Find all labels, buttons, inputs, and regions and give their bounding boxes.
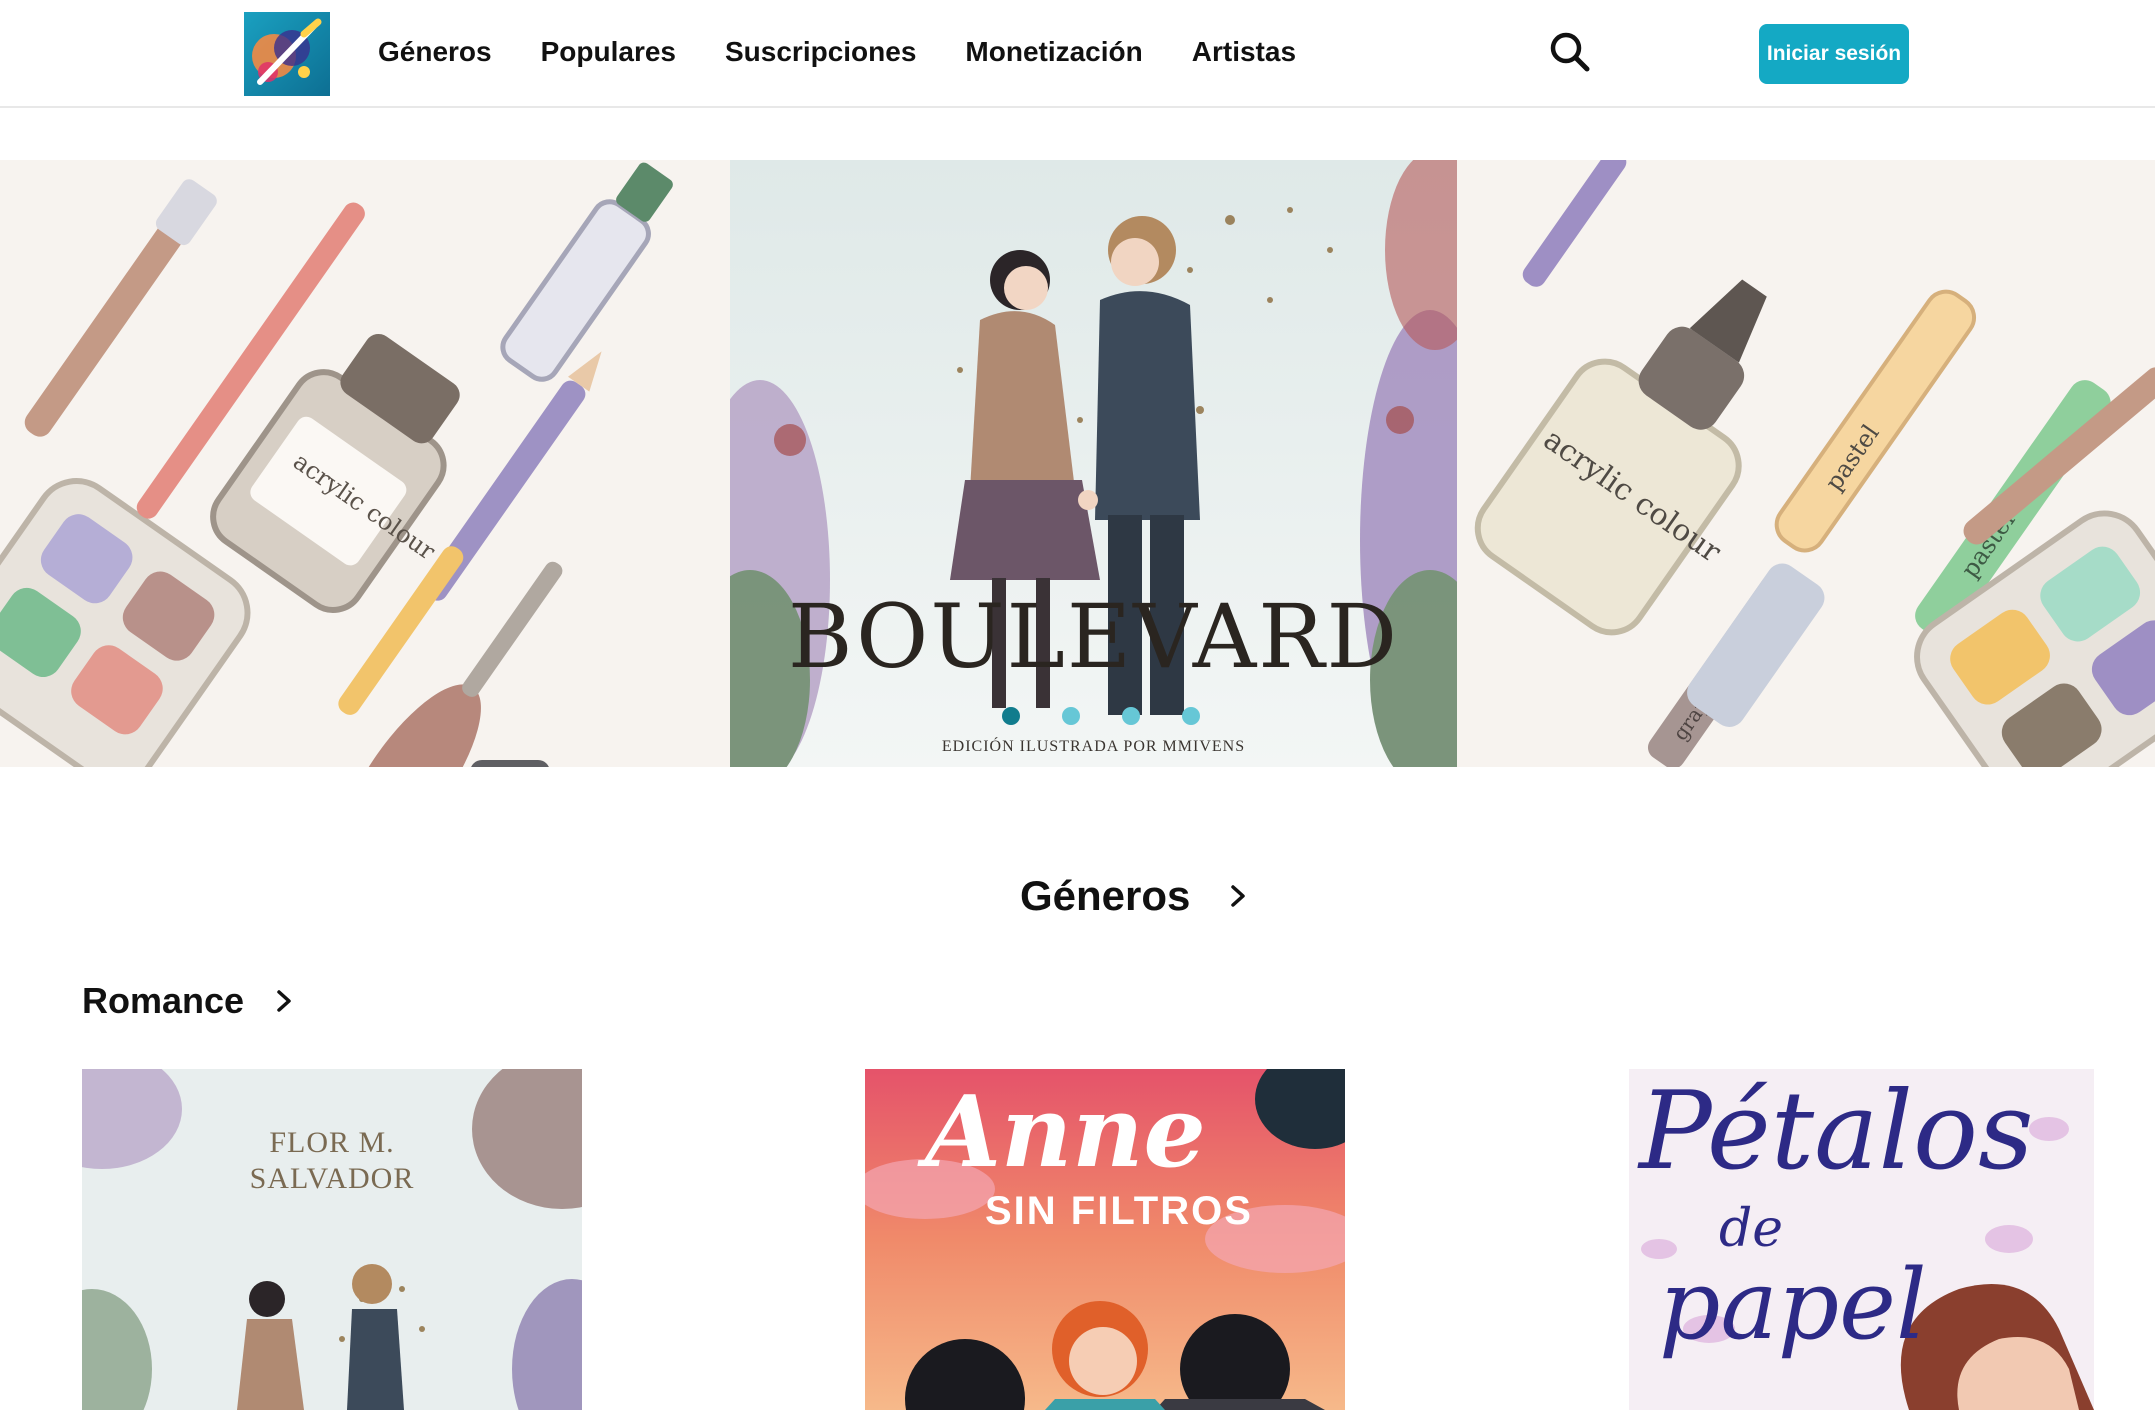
- carousel-dot-2[interactable]: [1062, 707, 1080, 725]
- book-1-author-line1: FLOR M.: [269, 1126, 395, 1159]
- book-card-anne-sin-filtros[interactable]: Anne SIN FILTROS: [865, 1069, 1345, 1410]
- chevron-right-icon: [277, 990, 291, 1012]
- carousel-dot-4[interactable]: [1182, 707, 1200, 725]
- site-logo[interactable]: [244, 12, 330, 96]
- romance-title: Romance: [82, 980, 245, 1021]
- book-card-boulevard[interactable]: FLOR M. SALVADOR: [82, 1069, 582, 1410]
- search-button[interactable]: [1548, 30, 1592, 74]
- hero-book-credit: EDICIÓN ILUSTRADA POR MMIVENS: [941, 738, 1246, 755]
- top-navigation-bar: Géneros Populares Suscripciones Monetiza…: [0, 0, 2155, 108]
- nav-generos[interactable]: Géneros: [378, 36, 492, 68]
- book-2-title-line1: Anne: [925, 1075, 1206, 1190]
- logo-brush-icon: [252, 18, 322, 85]
- main-nav: Géneros Populares Suscripciones Monetiza…: [378, 36, 1296, 68]
- romance-section-heading[interactable]: Romance: [82, 980, 294, 1022]
- hero-carousel: acrylic colour BOULEVARD EDICIÓN ILUSTRA…: [0, 160, 2155, 767]
- book-1-author-line2: SALVADOR: [249, 1162, 415, 1195]
- nav-populares[interactable]: Populares: [541, 36, 676, 68]
- carousel-dot-1[interactable]: [1002, 707, 1020, 725]
- carousel-dot-3[interactable]: [1122, 707, 1140, 725]
- nav-artistas[interactable]: Artistas: [1192, 36, 1296, 68]
- chevron-right-icon: [1231, 885, 1246, 907]
- nav-suscripciones[interactable]: Suscripciones: [725, 36, 916, 68]
- book-3-title-line1: Pétalos: [1639, 1069, 2034, 1194]
- book-2-title-line2: SIN FILTROS: [985, 1189, 1253, 1233]
- book-card-petalos-de-papel[interactable]: Pétalos de papel: [1629, 1069, 2094, 1410]
- hero-background-right: acrylic colour pastel pastel graphite: [1457, 160, 2155, 767]
- hero-featured-cover[interactable]: BOULEVARD EDICIÓN ILUSTRADA POR MMIVENS: [730, 160, 1457, 767]
- search-icon: [1550, 32, 1590, 72]
- genres-section-heading[interactable]: Géneros: [1020, 872, 1248, 920]
- login-button[interactable]: Iniciar sesión: [1759, 24, 1909, 84]
- carousel-dots: [1002, 707, 1200, 725]
- hero-background-left: acrylic colour: [0, 160, 730, 767]
- nav-monetizacion[interactable]: Monetización: [965, 36, 1142, 68]
- genres-title: Géneros: [1020, 872, 1191, 919]
- hero-book-title: BOULEVARD: [787, 585, 1400, 688]
- book-3-title-line3: papel: [1659, 1249, 1927, 1361]
